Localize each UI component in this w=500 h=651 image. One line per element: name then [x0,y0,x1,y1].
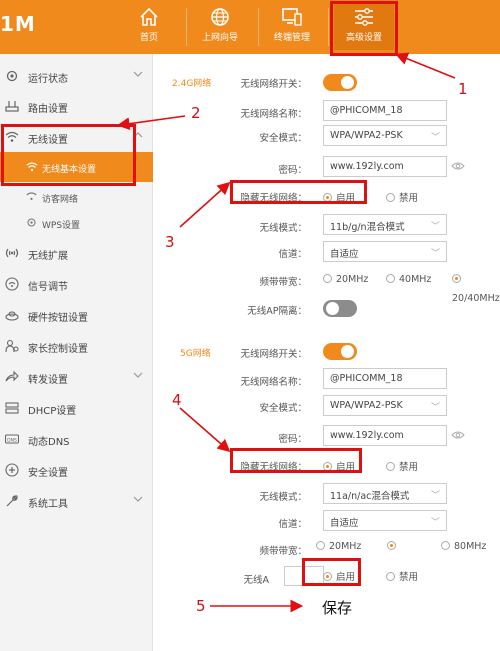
annotation-number-4: 4 [172,391,182,409]
save-button-label[interactable]: 保存 [322,597,352,618]
arrow-4 [179,407,231,453]
arrow-3 [179,181,231,228]
annotation-number-2: 2 [191,104,201,122]
annotation-arrows [116,52,456,613]
annotation-number-5: 5 [196,597,206,615]
arrow-2 [116,115,186,131]
annotation-number-1: 1 [458,80,468,98]
annotation-number-3: 3 [165,233,175,251]
arrow-1 [395,52,456,79]
